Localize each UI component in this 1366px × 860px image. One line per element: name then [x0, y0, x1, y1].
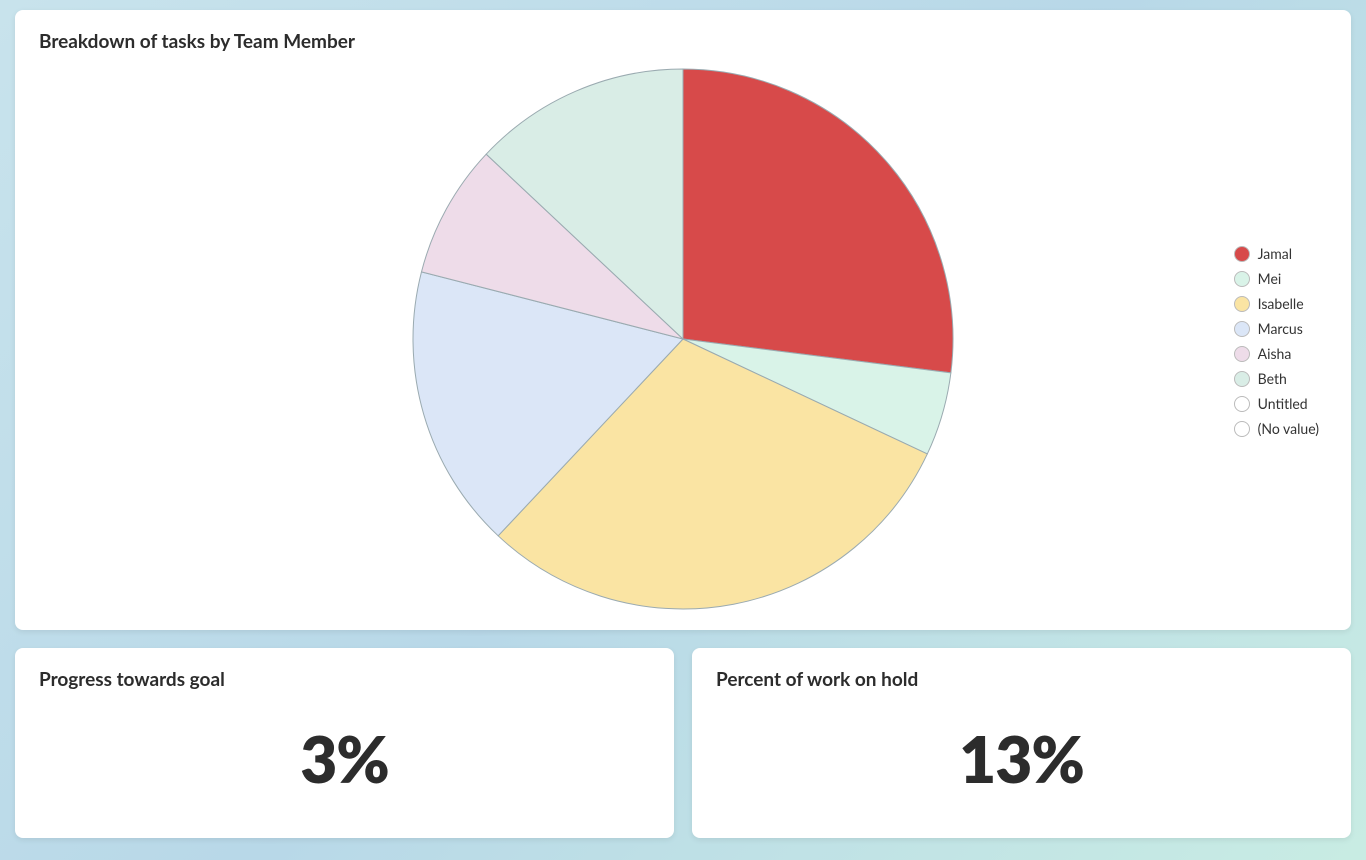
legend-item[interactable]: Aisha [1234, 345, 1319, 362]
pie-legend: Jamal Mei Isabelle Marcus Aisha Beth Untitled (… [1234, 245, 1319, 437]
legend-label: Jamal [1258, 245, 1292, 262]
legend-swatch-icon [1234, 421, 1250, 437]
pie-slice-jamal [683, 69, 953, 373]
legend-label: (No value) [1258, 420, 1319, 437]
legend-swatch-icon [1234, 296, 1250, 312]
legend-item[interactable]: Beth [1234, 370, 1319, 387]
pie-chart-area: Jamal Mei Isabelle Marcus Aisha Beth Untitled (… [39, 61, 1327, 621]
legend-swatch-icon [1234, 321, 1250, 337]
legend-label: Isabelle [1258, 295, 1304, 312]
legend-label: Aisha [1258, 345, 1292, 362]
pie-chart [403, 59, 963, 623]
legend-label: Mei [1258, 270, 1282, 287]
tasks-breakdown-card: Breakdown of tasks by Team Member Jamal M… [15, 10, 1351, 630]
progress-goal-title: Progress towards goal [39, 668, 650, 691]
work-on-hold-card: Percent of work on hold 13% [692, 648, 1351, 838]
legend-item[interactable]: Isabelle [1234, 295, 1319, 312]
legend-item[interactable]: Jamal [1234, 245, 1319, 262]
legend-label: Beth [1258, 370, 1287, 387]
legend-item[interactable]: Untitled [1234, 395, 1319, 412]
legend-swatch-icon [1234, 271, 1250, 287]
work-on-hold-title: Percent of work on hold [716, 668, 1327, 691]
legend-swatch-icon [1234, 346, 1250, 362]
legend-item[interactable]: Marcus [1234, 320, 1319, 337]
progress-goal-value: 3% [39, 699, 650, 818]
legend-item[interactable]: (No value) [1234, 420, 1319, 437]
legend-swatch-icon [1234, 246, 1250, 262]
legend-label: Untitled [1258, 395, 1308, 412]
legend-item[interactable]: Mei [1234, 270, 1319, 287]
progress-goal-card: Progress towards goal 3% [15, 648, 674, 838]
legend-swatch-icon [1234, 396, 1250, 412]
work-on-hold-value: 13% [716, 699, 1327, 818]
tasks-breakdown-title: Breakdown of tasks by Team Member [39, 30, 1327, 53]
legend-swatch-icon [1234, 371, 1250, 387]
bottom-row: Progress towards goal 3% Percent of work… [15, 648, 1351, 838]
legend-label: Marcus [1258, 320, 1303, 337]
